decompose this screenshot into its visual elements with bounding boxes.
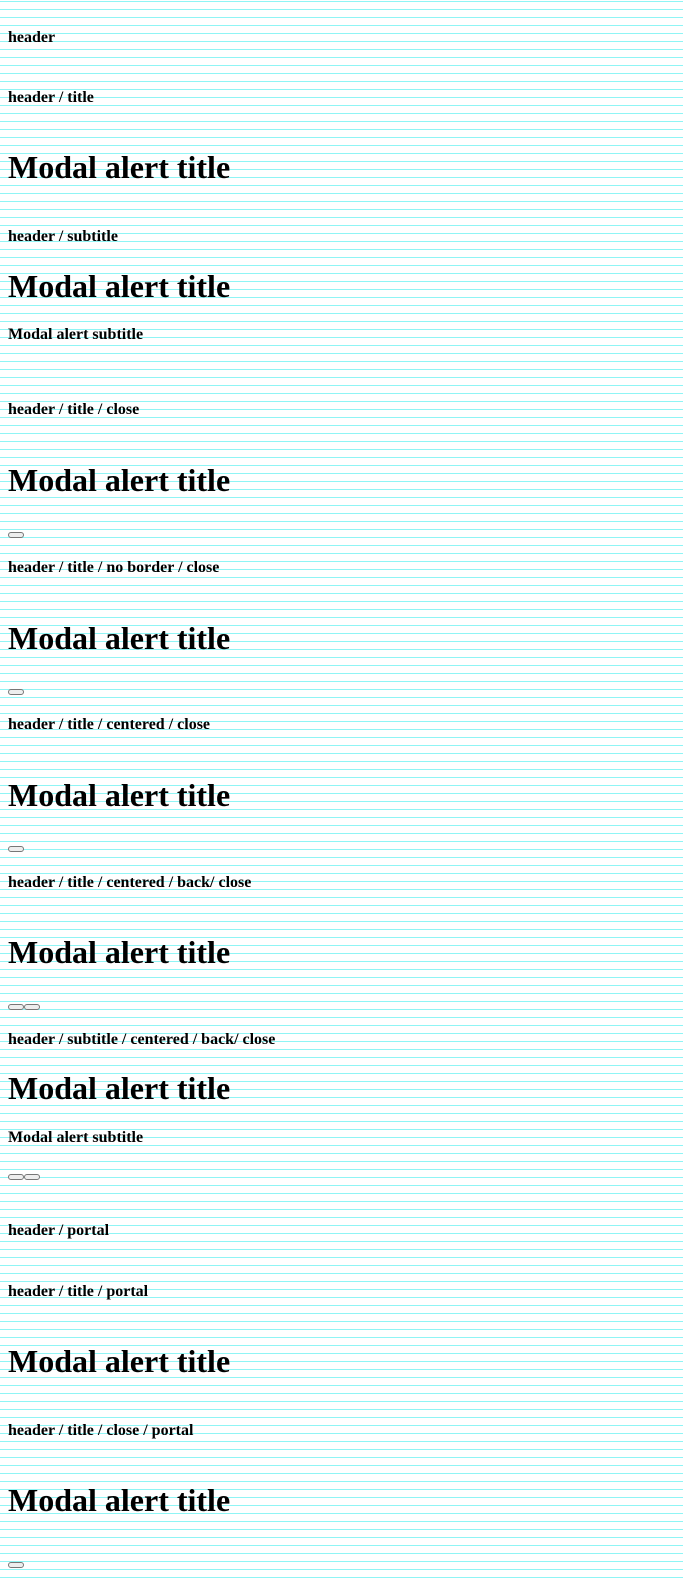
modal-title: Modal alert title xyxy=(8,149,231,185)
modal-subtitle: Modal alert subtitle xyxy=(8,1129,144,1146)
modal-title: Modal alert title xyxy=(8,462,231,498)
section-label: header / subtitle xyxy=(8,228,118,245)
modal-title: Modal alert title xyxy=(8,934,231,970)
section-label: header / title xyxy=(8,89,94,106)
section-label: header / title / centered / back/ close xyxy=(8,874,252,891)
close-button[interactable] xyxy=(8,1562,24,1568)
section-label: header / subtitle / centered / back/ clo… xyxy=(8,1031,276,1048)
modal-title: Modal alert title xyxy=(8,620,231,656)
close-button[interactable] xyxy=(8,532,24,538)
modal-title: Modal alert title xyxy=(8,1343,231,1379)
section-label: header / title / close / portal xyxy=(8,1422,194,1439)
back-button[interactable] xyxy=(8,1174,24,1180)
close-button[interactable] xyxy=(24,1174,40,1180)
section-label: header / title / centered / close xyxy=(8,716,211,733)
close-button[interactable] xyxy=(8,846,24,852)
section-label: header / title / no border / close xyxy=(8,559,220,576)
modal-subtitle: Modal alert subtitle xyxy=(8,326,144,343)
close-button[interactable] xyxy=(24,1004,40,1010)
back-button[interactable] xyxy=(8,1004,24,1010)
modal-title: Modal alert title xyxy=(8,777,231,813)
modal-title: Modal alert title xyxy=(8,268,231,304)
section-label: header xyxy=(8,29,56,46)
modal-title: Modal alert title xyxy=(8,1482,231,1518)
modal-title: Modal alert title xyxy=(8,1070,231,1106)
section-label: header / title / portal xyxy=(8,1283,149,1300)
section-label: header / title / close xyxy=(8,401,140,418)
section-label: header / portal xyxy=(8,1222,110,1239)
close-button[interactable] xyxy=(8,689,24,695)
